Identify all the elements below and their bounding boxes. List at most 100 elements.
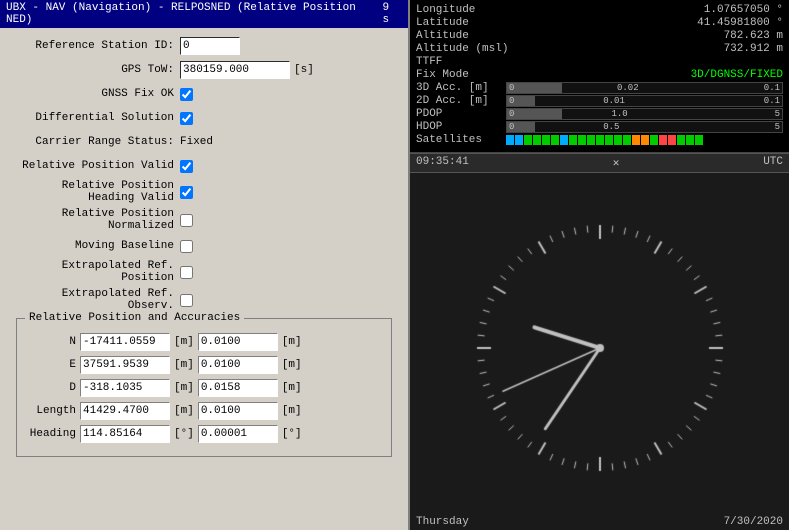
latitude-row: Latitude 41.45981800 ° — [416, 17, 783, 29]
heading-unit2: [°] — [282, 428, 302, 440]
extrap-ref-pos-label: Extrapolated Ref. Position — [10, 260, 180, 284]
rel-pos-heading-valid-label: Relative Position Heading Valid — [10, 180, 180, 204]
fix-mode-row: Fix Mode 3D/DGNSS/FIXED — [416, 69, 783, 81]
rel-pos-normalized-row: Relative Position Normalized — [10, 208, 398, 232]
carrier-range-value: Fixed — [180, 136, 213, 148]
e-value-input[interactable] — [80, 356, 170, 374]
rel-pos-heading-valid-checkbox[interactable] — [180, 186, 193, 199]
latitude-value: 41.45981800 ° — [697, 17, 783, 29]
satellite-block — [623, 135, 631, 145]
acc-3d-mid: 0.02 — [617, 83, 639, 93]
gnss-fix-checkbox[interactable] — [180, 88, 193, 101]
satellite-block — [614, 135, 622, 145]
e-unit1: [m] — [174, 359, 194, 371]
length-value-input[interactable] — [80, 402, 170, 420]
satellite-block — [650, 135, 658, 145]
satellite-block — [641, 135, 649, 145]
e-row: E [m] [m] — [25, 356, 383, 374]
e-acc-input[interactable] — [198, 356, 278, 374]
d-unit1: [m] — [174, 382, 194, 394]
heading-unit1: [°] — [174, 428, 194, 440]
n-acc-input[interactable] — [198, 333, 278, 351]
extrap-ref-pos-checkbox[interactable] — [180, 266, 193, 279]
e-label: E — [25, 359, 80, 371]
diff-solution-label: Differential Solution — [10, 112, 180, 124]
acc-2d-mid: 0.01 — [603, 96, 625, 106]
reference-station-input[interactable] — [180, 37, 240, 55]
left-panel: UBX - NAV (Navigation) - RELPOSNED (Rela… — [0, 0, 410, 530]
satellite-block — [587, 135, 595, 145]
d-row: D [m] [m] — [25, 379, 383, 397]
satellite-block — [542, 135, 550, 145]
satellites-row: Satellites — [416, 134, 783, 146]
carrier-range-label: Carrier Range Status: — [10, 136, 180, 148]
title-bar: UBX - NAV (Navigation) - RELPOSNED (Rela… — [0, 0, 408, 28]
fix-mode-label: Fix Mode — [416, 69, 506, 81]
d-label: D — [25, 382, 80, 394]
length-unit2: [m] — [282, 405, 302, 417]
longitude-value: 1.07657050 ° — [704, 4, 783, 16]
pdop-label: PDOP — [416, 108, 506, 120]
acc-3d-row: 3D Acc. [m] 0 0.02 0.1 — [416, 82, 783, 94]
clock-date-bar: Thursday 7/30/2020 — [410, 514, 789, 530]
latitude-label: Latitude — [416, 17, 506, 29]
diff-solution-checkbox[interactable] — [180, 112, 193, 125]
extrap-ref-obs-row: Extrapolated Ref. Observ. — [10, 288, 398, 312]
extrap-ref-obs-checkbox[interactable] — [180, 294, 193, 307]
longitude-label: Longitude — [416, 4, 506, 16]
satellite-block — [596, 135, 604, 145]
n-row: N [m] [m] — [25, 333, 383, 351]
hdop-label: HDOP — [416, 121, 506, 133]
pdop-mid: 1.0 — [612, 109, 628, 119]
d-unit2: [m] — [282, 382, 302, 394]
acc-3d-right: 0.1 — [764, 83, 780, 93]
n-label: N — [25, 336, 80, 348]
gnss-fix-label: GNSS Fix OK — [10, 88, 180, 100]
satellite-block — [578, 135, 586, 145]
satellite-block — [560, 135, 568, 145]
right-panel: Longitude 1.07657050 ° Latitude 41.45981… — [410, 0, 789, 530]
ttff-row: TTFF — [416, 56, 783, 68]
hdop-mid: 0.5 — [603, 122, 619, 132]
d-value-input[interactable] — [80, 379, 170, 397]
heading-value-input[interactable] — [80, 425, 170, 443]
satellite-block — [551, 135, 559, 145]
gps-tow-input[interactable] — [180, 61, 290, 79]
length-label: Length — [25, 405, 80, 417]
acc-3d-val0: 0 — [509, 83, 514, 93]
pdop-row: PDOP 0 1.0 5 — [416, 108, 783, 120]
clock-close-button[interactable]: ✕ — [613, 156, 620, 170]
heading-label: Heading — [25, 428, 80, 440]
rel-pos-normalized-label: Relative Position Normalized — [10, 208, 180, 232]
n-value-input[interactable] — [80, 333, 170, 351]
clock-canvas — [450, 213, 750, 483]
altitude-msl-value: 732.912 m — [724, 43, 783, 55]
n-unit2: [m] — [282, 336, 302, 348]
moving-baseline-label: Moving Baseline — [10, 240, 180, 252]
satellite-block — [506, 135, 514, 145]
clock-canvas-area — [410, 173, 789, 523]
relative-position-group: Relative Position and Accuracies N [m] [… — [16, 318, 392, 457]
altitude-row: Altitude 782.623 m — [416, 30, 783, 42]
heading-acc-input[interactable] — [198, 425, 278, 443]
title-text: UBX - NAV (Navigation) - RELPOSNED (Rela… — [6, 2, 383, 26]
clock-time: 09:35:41 — [416, 156, 469, 170]
ttff-label: TTFF — [416, 56, 506, 68]
acc-2d-row: 2D Acc. [m] 0 0.01 0.1 — [416, 95, 783, 107]
length-acc-input[interactable] — [198, 402, 278, 420]
length-unit1: [m] — [174, 405, 194, 417]
satellites-label: Satellites — [416, 134, 506, 146]
seconds-text: 9 s — [383, 2, 402, 26]
longitude-row: Longitude 1.07657050 ° — [416, 4, 783, 16]
satellites-blocks — [506, 135, 703, 145]
d-acc-input[interactable] — [198, 379, 278, 397]
acc-2d-right: 0.1 — [764, 96, 780, 106]
rel-pos-valid-checkbox[interactable] — [180, 160, 193, 173]
rel-pos-normalized-checkbox[interactable] — [180, 214, 193, 227]
reference-station-label: Reference Station ID: — [10, 40, 180, 52]
rel-pos-valid-label: Relative Position Valid — [10, 160, 180, 172]
hdop-val0: 0 — [509, 122, 514, 132]
gps-tow-label: GPS ToW: — [10, 64, 180, 76]
acc-2d-val0: 0 — [509, 96, 514, 106]
moving-baseline-checkbox[interactable] — [180, 240, 193, 253]
